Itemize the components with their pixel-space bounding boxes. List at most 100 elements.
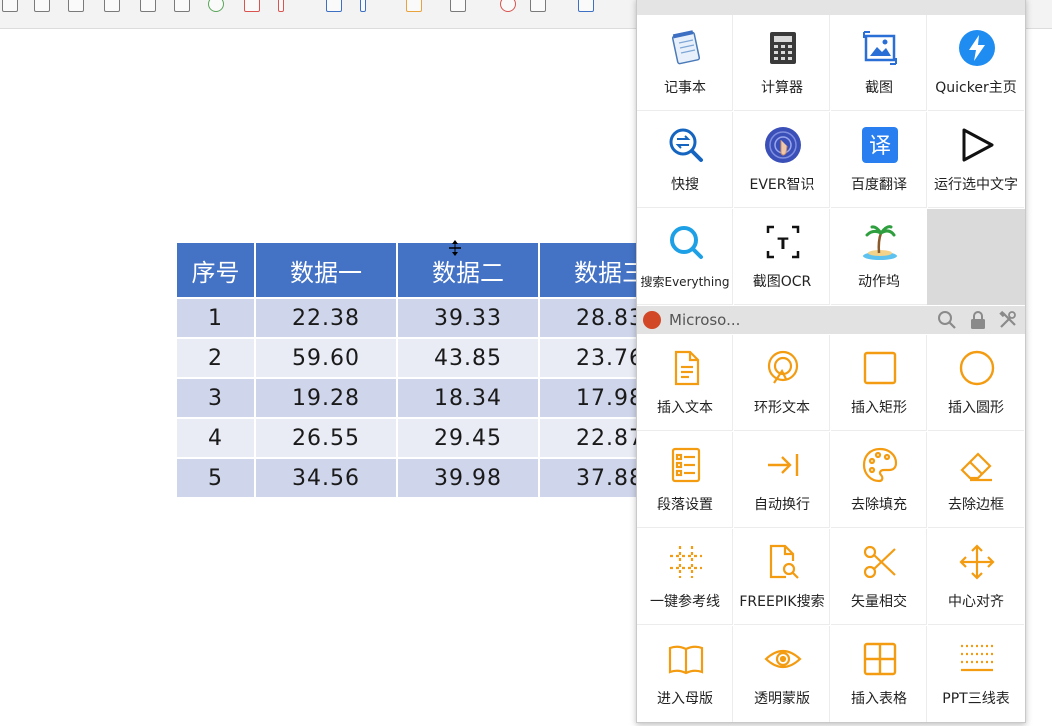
everything-search-icon [670, 226, 703, 259]
action-label: 插入表格 [851, 691, 907, 707]
ribbon-icon[interactable] [208, 0, 224, 12]
table-cell[interactable]: 22.38 [254, 297, 398, 339]
eye-icon [764, 649, 802, 669]
ribbon-icon[interactable] [360, 0, 366, 12]
action-label: 去除边框 [948, 497, 1004, 513]
table-cell[interactable]: 1 [175, 297, 256, 339]
action-dock[interactable]: 动作坞 [831, 209, 927, 305]
quicker-lightning-icon [959, 30, 995, 66]
table-cell[interactable]: 19.28 [254, 377, 398, 419]
circle-icon [959, 350, 995, 386]
table-cell[interactable]: 43.85 [396, 337, 540, 379]
table-header-cell[interactable]: 数据一 [254, 241, 398, 299]
action-label: 段落设置 [657, 497, 713, 513]
svg-text:T: T [778, 234, 789, 253]
table-header-cell[interactable]: 数据二 [396, 241, 540, 299]
open-book-icon [668, 645, 704, 675]
ribbon-icon[interactable] [104, 0, 120, 12]
search-icon[interactable] [937, 310, 957, 330]
powerpoint-logo-icon [643, 311, 661, 329]
circular-text-icon [767, 350, 799, 384]
palette-icon [862, 447, 898, 483]
guide-lines-icon [670, 546, 702, 578]
action-master[interactable]: 进入母版 [637, 626, 733, 722]
palm-island-icon [863, 225, 897, 260]
ribbon-icon[interactable] [278, 0, 284, 12]
table-cell[interactable]: 39.33 [396, 297, 540, 339]
action-insert-circle[interactable]: 插入圆形 [928, 335, 1024, 431]
table-row: 5 34.56 39.98 37.88 [175, 457, 682, 499]
data-table[interactable]: 序号 数据一 数据二 数据三 1 22.38 39.33 28.83 2 59.… [175, 241, 682, 499]
table-cell[interactable]: 26.55 [254, 417, 398, 459]
action-run-selected[interactable]: 运行选中文字 [928, 112, 1024, 208]
action-insert-table[interactable]: 插入表格 [831, 626, 927, 722]
ribbon-icon[interactable] [578, 0, 594, 12]
ribbon-icon[interactable] [140, 0, 156, 12]
action-auto-wrap[interactable]: 自动换行 [734, 432, 830, 528]
empty-slot [927, 209, 1025, 305]
action-center-align[interactable]: 中心对齐 [928, 529, 1024, 625]
action-baidu-translate[interactable]: 译 百度翻译 [831, 112, 927, 208]
action-quicker-home[interactable]: Quicker主页 [928, 15, 1024, 111]
ribbon-icon[interactable] [174, 0, 190, 12]
action-notepad[interactable]: 记事本 [637, 15, 733, 111]
move-arrows-icon [959, 544, 995, 580]
quick-search-icon [669, 128, 703, 162]
action-remove-fill[interactable]: 去除填充 [831, 432, 927, 528]
action-vector-intersect[interactable]: 矢量相交 [831, 529, 927, 625]
table-cell[interactable]: 3 [175, 377, 256, 419]
action-remove-border[interactable]: 去除边框 [928, 432, 1024, 528]
action-label: 百度翻译 [851, 177, 907, 193]
quicker-title-bar[interactable] [637, 0, 1025, 15]
ribbon-icon[interactable] [530, 0, 546, 12]
table-cell[interactable]: 2 [175, 337, 256, 379]
action-label: 去除填充 [851, 497, 907, 513]
action-label: 插入文本 [657, 400, 713, 416]
ribbon-icon[interactable] [68, 0, 84, 12]
table-cell[interactable]: 34.56 [254, 457, 398, 499]
ribbon-icon[interactable] [244, 0, 260, 12]
action-three-line-table[interactable]: PPT三线表 [928, 626, 1024, 722]
action-label: 进入母版 [657, 691, 713, 707]
table-cell[interactable]: 29.45 [396, 417, 540, 459]
ribbon-icon[interactable] [450, 0, 466, 12]
action-insert-rectangle[interactable]: 插入矩形 [831, 335, 927, 431]
action-ever[interactable]: EVER智识 [734, 112, 830, 208]
action-insert-text[interactable]: 插入文本 [637, 335, 733, 431]
wrap-arrow-icon [768, 454, 799, 476]
ribbon-icon[interactable] [2, 0, 18, 12]
action-label: 一键参考线 [650, 594, 720, 610]
ribbon-icon[interactable] [406, 0, 422, 12]
action-label: 动作坞 [858, 274, 900, 290]
table-grid-icon [863, 642, 897, 676]
ribbon-icon[interactable] [500, 0, 516, 12]
eraser-icon [960, 452, 992, 482]
table-cell[interactable]: 59.60 [254, 337, 398, 379]
ribbon-icon[interactable] [326, 0, 342, 12]
table-header-cell[interactable]: 序号 [175, 241, 256, 299]
action-label: 插入圆形 [948, 400, 1004, 416]
action-guides[interactable]: 一键参考线 [637, 529, 733, 625]
action-paragraph[interactable]: 段落设置 [637, 432, 733, 528]
calculator-icon [770, 32, 796, 64]
action-screenshot[interactable]: 截图 [831, 15, 927, 111]
table-cell[interactable]: 5 [175, 457, 256, 499]
document-icon [674, 350, 700, 386]
action-transparent-mask[interactable]: 透明蒙版 [734, 626, 830, 722]
action-calculator[interactable]: 计算器 [734, 15, 830, 111]
action-ocr[interactable]: T 截图OCR [734, 209, 830, 305]
ribbon-icon[interactable] [34, 0, 50, 12]
table-cell[interactable]: 39.98 [396, 457, 540, 499]
action-label: 搜索Everything [640, 275, 730, 289]
action-everything[interactable]: 搜索Everything [637, 209, 733, 305]
lock-icon[interactable] [968, 310, 988, 330]
action-circular-text[interactable]: 环形文本 [734, 335, 830, 431]
action-label: EVER智识 [749, 177, 815, 193]
table-cell[interactable]: 4 [175, 417, 256, 459]
table-cell[interactable]: 18.34 [396, 377, 540, 419]
action-freepik[interactable]: FREEPIK搜索 [734, 529, 830, 625]
action-label: 环形文本 [754, 400, 810, 416]
action-label: 矢量相交 [851, 594, 907, 610]
action-quick-search[interactable]: 快搜 [637, 112, 733, 208]
tools-icon[interactable] [998, 310, 1018, 330]
